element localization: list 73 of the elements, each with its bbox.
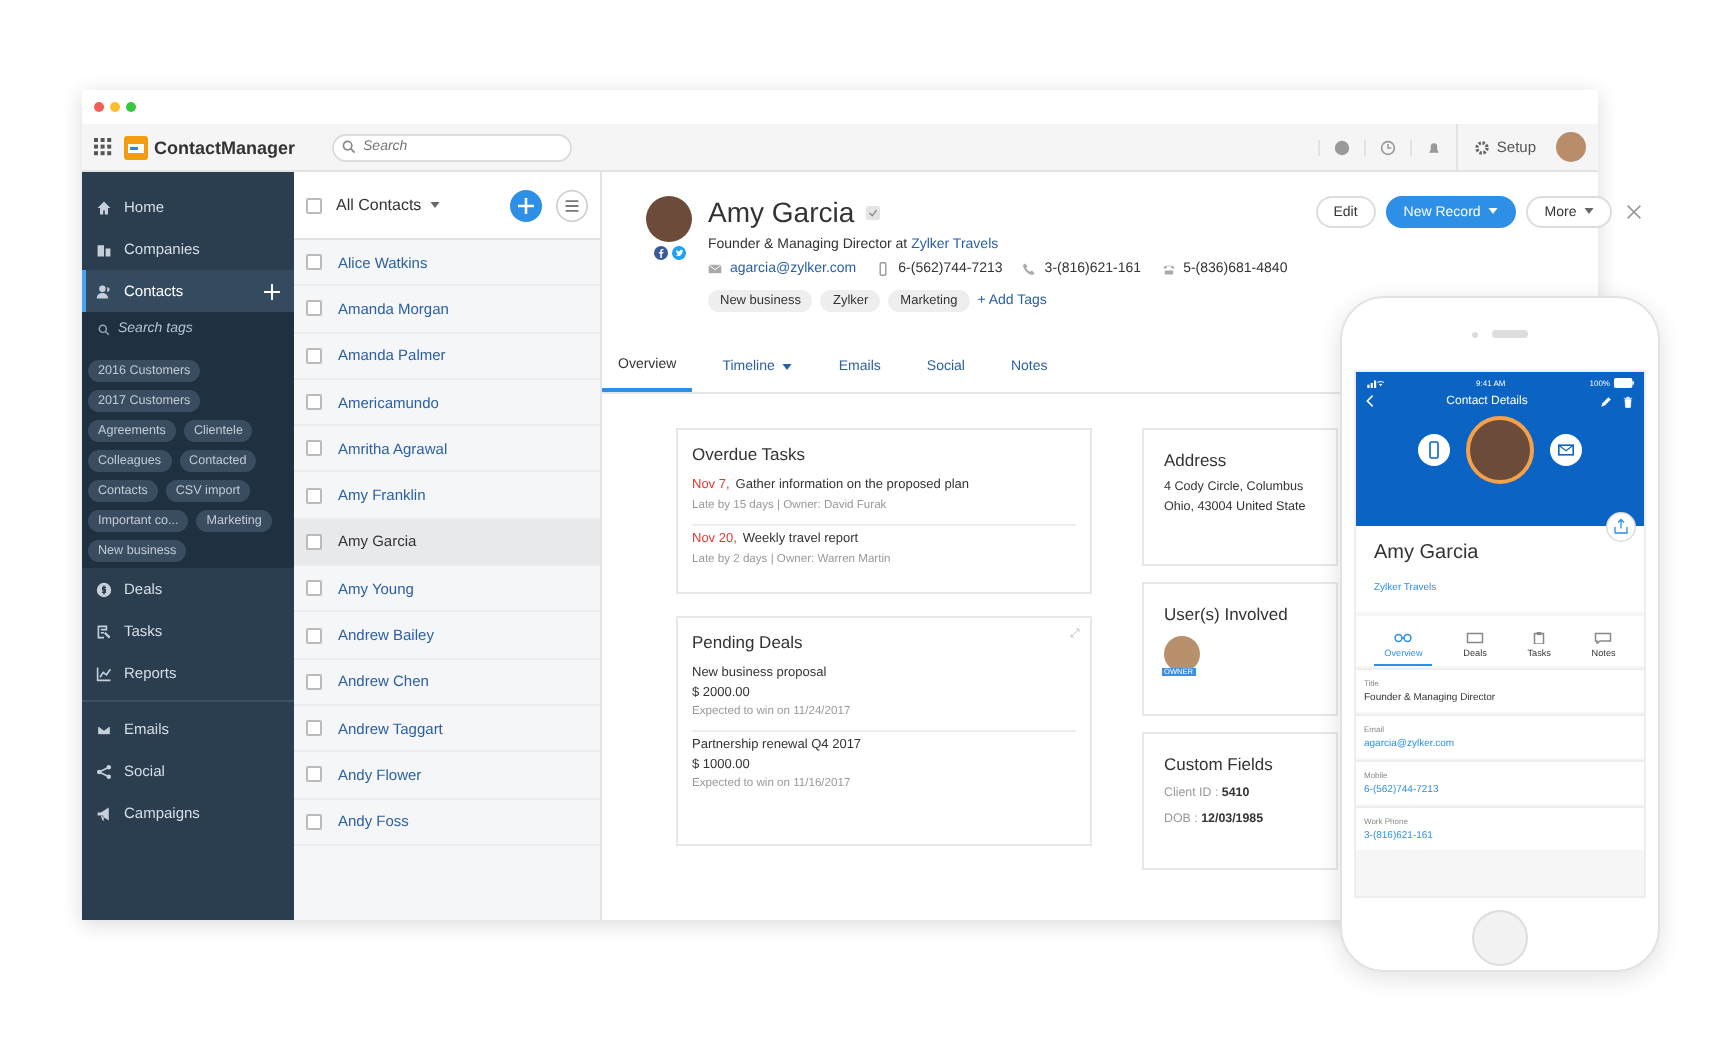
telephone-icon <box>1161 262 1176 276</box>
home-button[interactable] <box>1472 910 1528 966</box>
card-title: Overdue Tasks <box>692 444 808 464</box>
tasks-icon <box>96 623 112 639</box>
card-title: Pending Deals <box>692 632 805 652</box>
contact-name-title: Amy Garcia <box>1374 542 1481 564</box>
dollar-icon <box>96 581 112 597</box>
row-checkbox[interactable] <box>306 487 322 504</box>
row-checkbox[interactable] <box>306 533 322 550</box>
add-contact-icon[interactable] <box>510 189 542 221</box>
list-view-dropdown[interactable]: All Contacts <box>336 196 496 214</box>
home-icon <box>96 199 112 215</box>
caret-icon <box>429 202 440 209</box>
row-checkbox[interactable] <box>306 580 322 597</box>
caret-icon <box>1488 208 1499 215</box>
row-checkbox[interactable] <box>306 440 322 457</box>
logo-icon <box>124 135 148 159</box>
close-icon[interactable] <box>1626 204 1643 220</box>
row-checkbox[interactable] <box>306 347 322 364</box>
row-checkbox[interactable] <box>306 813 322 830</box>
mobile-phone-icon[interactable] <box>1418 434 1450 466</box>
people-icon <box>96 283 112 299</box>
search-icon <box>341 140 356 154</box>
building-icon <box>96 241 112 257</box>
user-avatar[interactable] <box>1164 636 1200 672</box>
card-title: User(s) Involved <box>1164 604 1290 624</box>
facebook-icon[interactable] <box>653 246 667 260</box>
search-icon <box>98 323 110 335</box>
add-icon[interactable] <box>264 283 280 299</box>
phone-icon <box>1022 262 1037 276</box>
gear-icon <box>1474 139 1491 155</box>
caret-icon <box>1584 208 1595 215</box>
row-checkbox[interactable] <box>306 254 322 271</box>
row-checkbox[interactable] <box>306 300 322 317</box>
envelope-icon[interactable] <box>1550 434 1582 466</box>
user-avatar[interactable] <box>1556 132 1586 162</box>
pencil-icon[interactable] <box>1600 395 1612 407</box>
select-all-checkbox[interactable] <box>306 197 322 213</box>
minimize-dot-icon[interactable] <box>110 102 120 112</box>
back-icon[interactable] <box>1366 394 1374 408</box>
check-icon <box>866 205 881 219</box>
note-icon <box>1594 632 1613 644</box>
megaphone-icon <box>96 805 112 821</box>
mail-icon <box>96 721 112 737</box>
contact-avatar <box>646 196 692 242</box>
app-name: ContactManager <box>154 137 296 157</box>
menu-icon[interactable] <box>556 189 588 221</box>
speaker-icon <box>1492 330 1528 338</box>
row-checkbox[interactable] <box>306 394 322 411</box>
twitter-icon[interactable] <box>671 246 685 260</box>
contact-avatar <box>1466 416 1534 484</box>
row-checkbox[interactable] <box>306 720 322 737</box>
card-title: Custom Fields <box>1164 754 1275 774</box>
close-dot-icon[interactable] <box>94 102 104 112</box>
contact-name-title: Amy Garcia <box>708 196 855 228</box>
app-grid-icon[interactable] <box>94 138 112 156</box>
mobile-phone-icon <box>876 262 891 276</box>
share-icon[interactable] <box>1606 512 1636 542</box>
expand-icon[interactable] <box>1070 628 1080 638</box>
share-icon <box>96 763 112 779</box>
row-checkbox[interactable] <box>306 766 322 783</box>
glasses-icon <box>1394 632 1413 644</box>
caret-icon <box>782 364 793 370</box>
row-checkbox[interactable] <box>306 673 322 690</box>
trash-icon[interactable] <box>1622 395 1634 407</box>
zoom-dot-icon[interactable] <box>126 102 136 112</box>
chart-icon <box>96 665 112 681</box>
camera-icon <box>1472 331 1478 337</box>
envelope-icon <box>708 262 722 276</box>
card-title: Address <box>1164 450 1229 470</box>
battery-icon <box>1613 378 1634 388</box>
row-checkbox[interactable] <box>306 627 322 644</box>
clipboard-icon <box>1530 632 1549 644</box>
